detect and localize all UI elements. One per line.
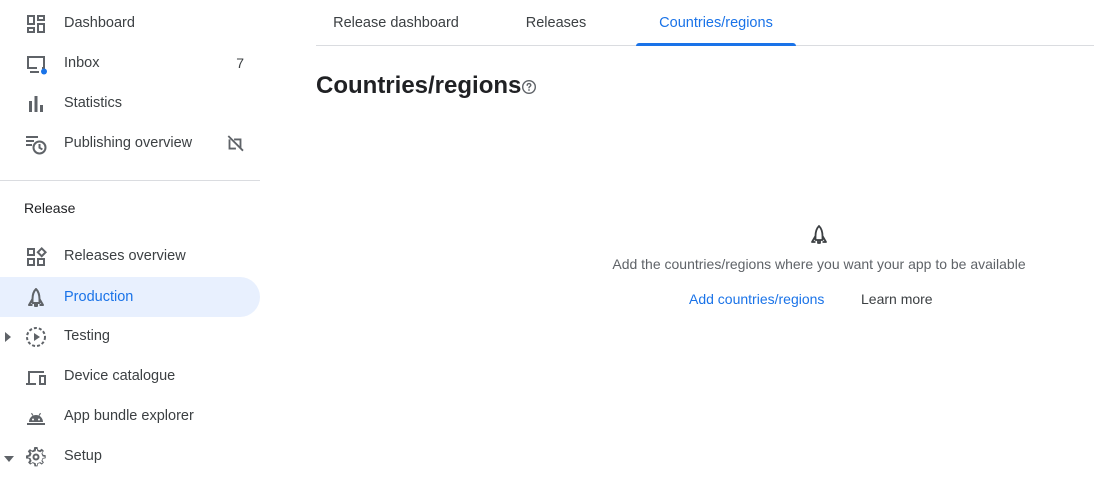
- tab-releases[interactable]: Releases: [496, 0, 616, 46]
- empty-state-message: Add the countries/regions where you want…: [612, 256, 1026, 272]
- devices-icon: [24, 365, 48, 389]
- sidebar-item-device-catalogue[interactable]: Device catalogue: [0, 356, 260, 396]
- sidebar-item-label: Inbox: [64, 55, 100, 71]
- gear-icon: [24, 445, 48, 469]
- sidebar: Dashboard Inbox 7 Statistics Publishing …: [0, 0, 260, 478]
- tab-release-dashboard[interactable]: Release dashboard: [316, 0, 476, 46]
- dashboard-icon: [24, 12, 48, 36]
- sidebar-item-app-bundle-explorer[interactable]: App bundle explorer: [0, 396, 260, 436]
- bar-chart-icon: [24, 92, 48, 116]
- sidebar-item-label: Device catalogue: [64, 368, 176, 384]
- help-icon[interactable]: [521, 79, 537, 95]
- sidebar-item-label: Production: [64, 289, 134, 305]
- sidebar-section-release: Release: [24, 200, 76, 216]
- sidebar-item-label: Publishing overview: [64, 135, 193, 151]
- rocket-icon: [24, 286, 48, 310]
- rocket-icon: [807, 223, 831, 247]
- sidebar-item-production[interactable]: Production: [0, 277, 260, 317]
- inbox-count-badge: 7: [236, 55, 244, 71]
- tab-countries-regions[interactable]: Countries/regions: [636, 0, 796, 46]
- page-title: Countries/regions: [316, 72, 522, 99]
- sidebar-item-publishing-overview[interactable]: Publishing overview: [0, 123, 260, 163]
- sidebar-item-inbox[interactable]: Inbox 7: [0, 43, 260, 83]
- sidebar-item-label: Statistics: [64, 95, 123, 111]
- sync-disabled-icon: [224, 133, 246, 155]
- sidebar-item-testing[interactable]: Testing: [0, 316, 260, 356]
- sidebar-divider: [0, 180, 260, 181]
- sidebar-item-label: Setup: [64, 448, 102, 464]
- sidebar-item-label: App bundle explorer: [64, 408, 194, 424]
- inbox-icon: [24, 52, 48, 76]
- add-countries-link[interactable]: Add countries/regions: [689, 291, 824, 307]
- tab-bar: Release dashboard Releases Countries/reg…: [316, 0, 1094, 46]
- sidebar-item-label: Releases overview: [64, 248, 186, 264]
- android-icon: [24, 405, 48, 429]
- caret-down-icon[interactable]: [3, 450, 14, 462]
- sidebar-item-label: Testing: [64, 328, 110, 344]
- caret-right-icon[interactable]: [3, 330, 13, 342]
- widgets-icon: [24, 245, 48, 269]
- play-circle-icon: [24, 325, 48, 349]
- active-tab-indicator: [636, 43, 796, 46]
- sidebar-item-statistics[interactable]: Statistics: [0, 83, 260, 123]
- sidebar-item-dashboard[interactable]: Dashboard: [0, 3, 260, 43]
- sidebar-item-setup[interactable]: Setup: [0, 436, 260, 476]
- publishing-icon: [24, 132, 48, 156]
- learn-more-link[interactable]: Learn more: [861, 291, 933, 307]
- sidebar-item-releases-overview[interactable]: Releases overview: [0, 236, 260, 276]
- sidebar-item-label: Dashboard: [64, 15, 135, 31]
